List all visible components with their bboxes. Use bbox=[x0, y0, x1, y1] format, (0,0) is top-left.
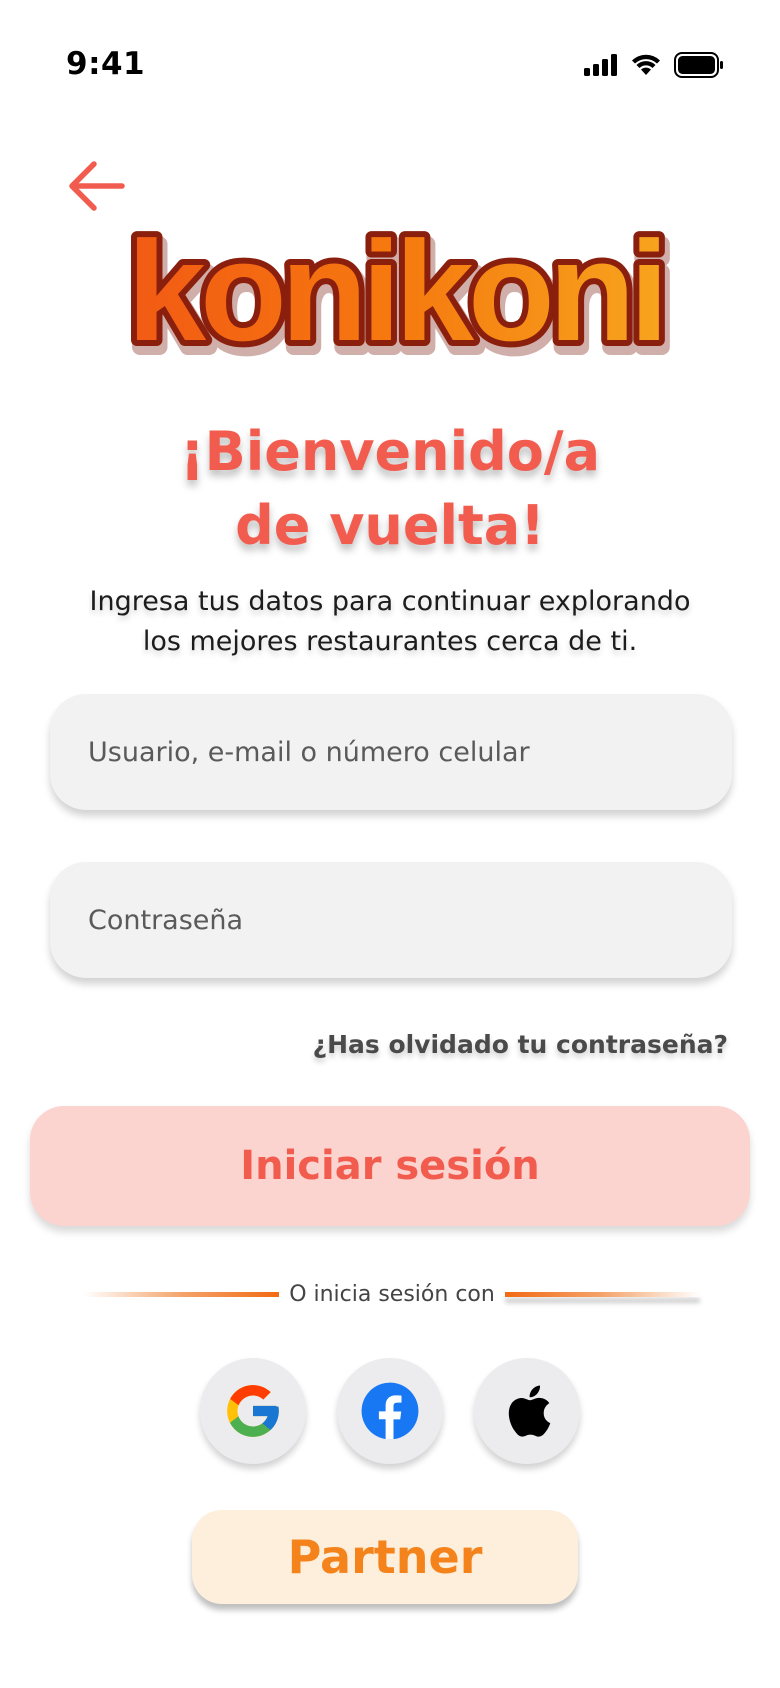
partner-button[interactable]: Partner bbox=[192, 1510, 578, 1604]
login-button[interactable]: Iniciar sesión bbox=[30, 1106, 750, 1226]
google-login-button[interactable] bbox=[200, 1358, 306, 1464]
apple-icon bbox=[508, 1385, 551, 1437]
welcome-title-line1: ¡Bienvenido/a bbox=[179, 420, 601, 483]
konikoni-logo: konikoni konikoni konikoni bbox=[121, 228, 680, 386]
cellular-signal-icon bbox=[584, 54, 617, 76]
username-input[interactable] bbox=[50, 694, 732, 810]
status-bar: 9:41 bbox=[0, 0, 780, 130]
back-button[interactable] bbox=[64, 152, 128, 216]
apple-login-button[interactable] bbox=[474, 1358, 580, 1464]
welcome-title-line2: de vuelta! bbox=[235, 494, 545, 557]
status-time: 9:41 bbox=[66, 46, 146, 82]
password-input[interactable] bbox=[50, 862, 732, 978]
social-divider: O inicia sesión con bbox=[84, 1276, 701, 1312]
welcome-title: ¡Bienvenido/a de vuelta! bbox=[0, 415, 780, 563]
divider-line-left bbox=[84, 1291, 280, 1297]
divider-label: O inicia sesión con bbox=[289, 1281, 495, 1307]
logo-text: konikoni bbox=[127, 228, 663, 371]
arrow-left-icon bbox=[69, 161, 125, 211]
welcome-subtitle: Ingresa tus datos para continuar explora… bbox=[60, 582, 720, 662]
forgot-password-link[interactable]: ¿Has olvidado tu contraseña? bbox=[313, 1030, 728, 1059]
subtitle-line1: Ingresa tus datos para continuar explora… bbox=[89, 586, 691, 617]
facebook-login-button[interactable] bbox=[337, 1358, 443, 1464]
wifi-icon bbox=[632, 54, 660, 75]
divider-line-right bbox=[504, 1291, 701, 1297]
facebook-icon bbox=[361, 1382, 419, 1440]
social-login-row bbox=[200, 1358, 580, 1466]
password-field-container bbox=[50, 862, 732, 978]
battery-icon bbox=[674, 52, 723, 78]
status-icons bbox=[584, 52, 724, 78]
subtitle-line2: los mejores restaurantes cerca de ti. bbox=[142, 626, 638, 657]
google-icon bbox=[227, 1385, 279, 1437]
username-field-container bbox=[50, 694, 732, 810]
